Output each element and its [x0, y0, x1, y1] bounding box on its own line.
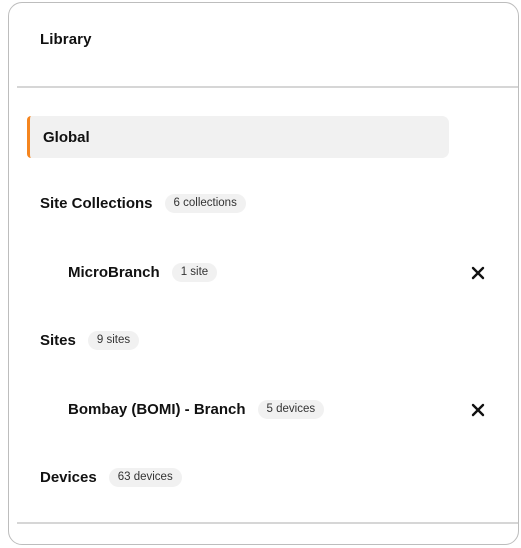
- global-label: Global: [43, 128, 90, 146]
- devices-label: Devices: [40, 468, 97, 486]
- sites-count-badge: 9 sites: [87, 330, 140, 350]
- global-item[interactable]: Global: [27, 116, 449, 158]
- header-divider: [17, 86, 518, 88]
- site-collection-item-count-badge: 1 site: [171, 262, 218, 282]
- site-item-label: Bombay (BOMI) - Branch: [68, 400, 246, 418]
- devices-count-badge: 63 devices: [108, 467, 182, 487]
- panel-title: Library: [40, 31, 92, 48]
- library-panel: Library Global Site Collections 6 collec…: [8, 2, 519, 545]
- sites-header[interactable]: Sites 9 sites: [40, 325, 140, 355]
- site-collection-item-microbranch[interactable]: MicroBranch 1 site: [68, 257, 218, 287]
- remove-bombay-button[interactable]: [467, 399, 489, 421]
- site-item-bombay[interactable]: Bombay (BOMI) - Branch 5 devices: [68, 394, 325, 424]
- sites-label: Sites: [40, 331, 76, 349]
- devices-header[interactable]: Devices 63 devices: [40, 462, 182, 492]
- footer-divider: [17, 522, 518, 524]
- remove-microbranch-button[interactable]: [467, 262, 489, 284]
- site-collections-count-badge: 6 collections: [164, 193, 246, 213]
- site-collections-header[interactable]: Site Collections 6 collections: [40, 188, 246, 218]
- site-item-count-badge: 5 devices: [257, 399, 325, 419]
- close-icon: [471, 266, 485, 280]
- site-collection-item-label: MicroBranch: [68, 263, 160, 281]
- close-icon: [471, 403, 485, 417]
- site-collections-label: Site Collections: [40, 194, 153, 212]
